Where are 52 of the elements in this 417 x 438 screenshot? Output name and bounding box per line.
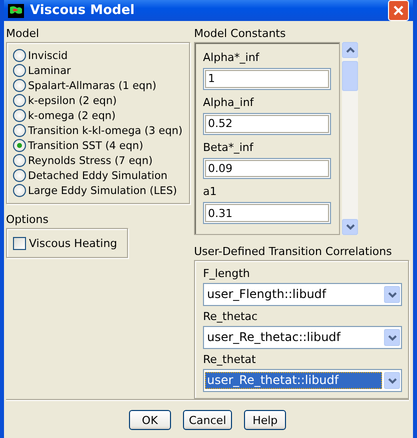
radio-label[interactable]: Reynolds Stress (7 eqn) [28,154,153,166]
field-label: Alpha*_inf [203,51,260,64]
radio-label[interactable]: k-epsilon (2 eqn) [28,94,117,106]
field-label: F_length [203,267,251,280]
radio-button[interactable] [13,169,26,182]
dialog-button[interactable]: Cancel [182,410,232,430]
radio-label[interactable]: Inviscid [28,50,68,62]
radio-button[interactable] [13,94,26,107]
radio-label[interactable]: Spalart-Allmaras (1 eqn) [28,80,156,92]
scroll-thumb[interactable] [342,61,358,91]
checkbox[interactable] [13,236,26,250]
radio-label[interactable]: Laminar [28,64,71,76]
radio-button[interactable] [13,139,26,152]
close-icon [393,5,404,16]
group-label: Options [6,213,50,226]
radio-button[interactable] [13,184,26,197]
radio-label[interactable]: k-omega (2 eqn) [28,110,116,122]
dropdown[interactable]: user_Re_thetac::libudf [203,326,402,349]
field-label: Re_thetac [203,310,259,323]
field-label: Beta*_inf [203,140,254,154]
group-label: Model Constants [194,27,287,40]
scrollbar[interactable] [342,42,358,235]
group-label: User-Defined Transition Correlations [194,245,393,258]
radio-label[interactable]: Transition k-kl-omega (3 eqn) [28,124,183,136]
radio-button[interactable] [13,124,26,137]
scroll-up-button[interactable] [342,42,358,58]
radio-button[interactable] [13,109,26,122]
radio-label[interactable]: Detached Eddy Simulation [28,170,168,182]
input-field[interactable]: 1 [203,68,331,90]
radio-label[interactable]: Large Eddy Simulation (LES) [28,184,178,196]
dropdown[interactable]: user_Re_thetat::libudf [203,369,402,392]
radio-button[interactable] [13,64,26,77]
input-field[interactable]: 0.52 [203,112,331,134]
radio-label[interactable]: Transition SST (4 eqn) [28,140,144,152]
input-field[interactable]: 0.09 [203,158,331,180]
group-label: Model [6,27,40,40]
dialog-button[interactable]: Help [244,410,286,430]
chevron-down-icon [346,224,354,230]
radio-button[interactable] [13,79,26,92]
input-field[interactable]: 0.31 [203,202,331,224]
field-label: Alpha_inf [203,96,255,109]
chevron-up-icon [346,47,354,53]
field-label: a1 [203,185,218,198]
window-title: Viscous Model [30,3,136,18]
radio-button[interactable] [13,154,26,167]
scroll-down-button[interactable] [342,219,358,235]
dropdown[interactable]: user_Flength::libudf [203,283,402,306]
close-button[interactable] [388,0,409,21]
field-label: Re_thetat [203,353,257,366]
radio-button[interactable] [13,49,26,62]
dialog-button[interactable]: OK [128,410,171,430]
app-icon [8,4,24,18]
